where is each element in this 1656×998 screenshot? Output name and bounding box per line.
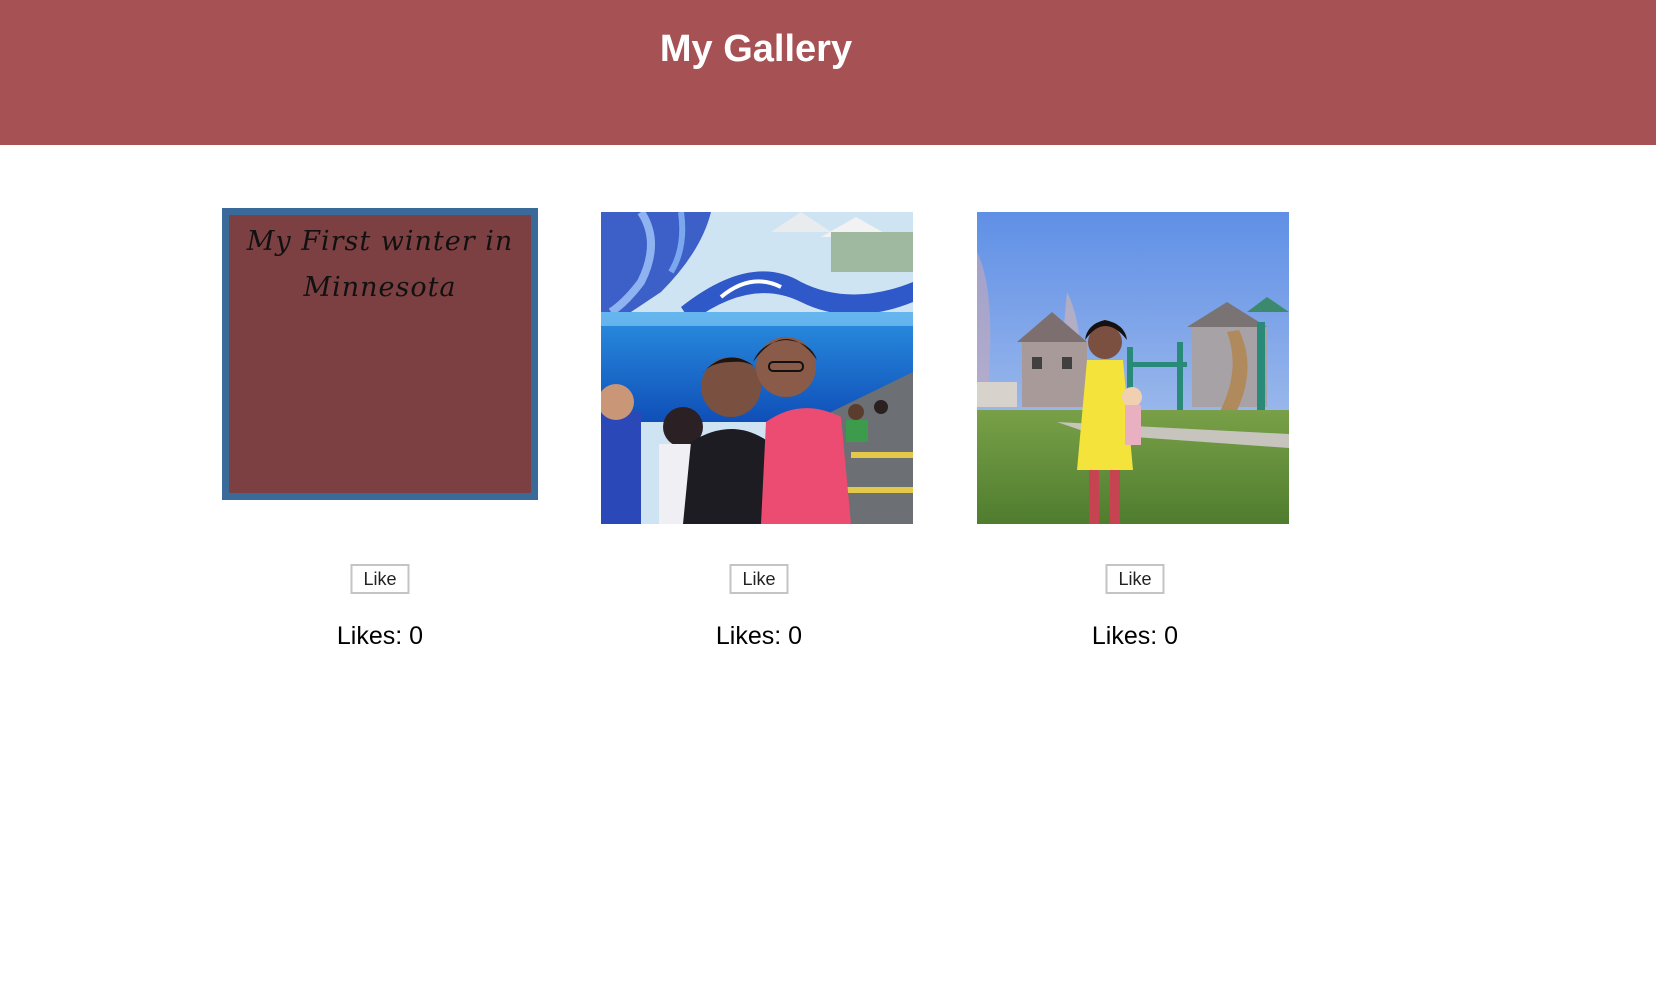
likes-label: Likes: [336,622,403,650]
likes-counter: Likes: 0 [222,622,538,651]
like-button[interactable]: Like [729,564,789,594]
tile-caption: My First winter in Minnesota [246,226,514,303]
likes-label: Likes: [1091,622,1158,650]
winter-caption-tile[interactable]: My First winter in Minnesota [222,208,538,500]
likes-label: Likes: [715,622,782,650]
like-button[interactable]: Like [350,564,410,594]
likes-count: 0 [1164,622,1179,650]
likes-counter: Likes: 0 [601,622,917,651]
likes-count: 0 [788,622,803,650]
likes-count: 0 [409,622,424,650]
child-at-playground-photo[interactable] [977,212,1289,524]
page-title: My Gallery [659,28,853,70]
like-button[interactable]: Like [1105,564,1165,594]
likes-counter: Likes: 0 [977,622,1293,651]
couple-at-aquarium-photo[interactable] [601,212,913,524]
page-header: My Gallery [0,0,1656,145]
